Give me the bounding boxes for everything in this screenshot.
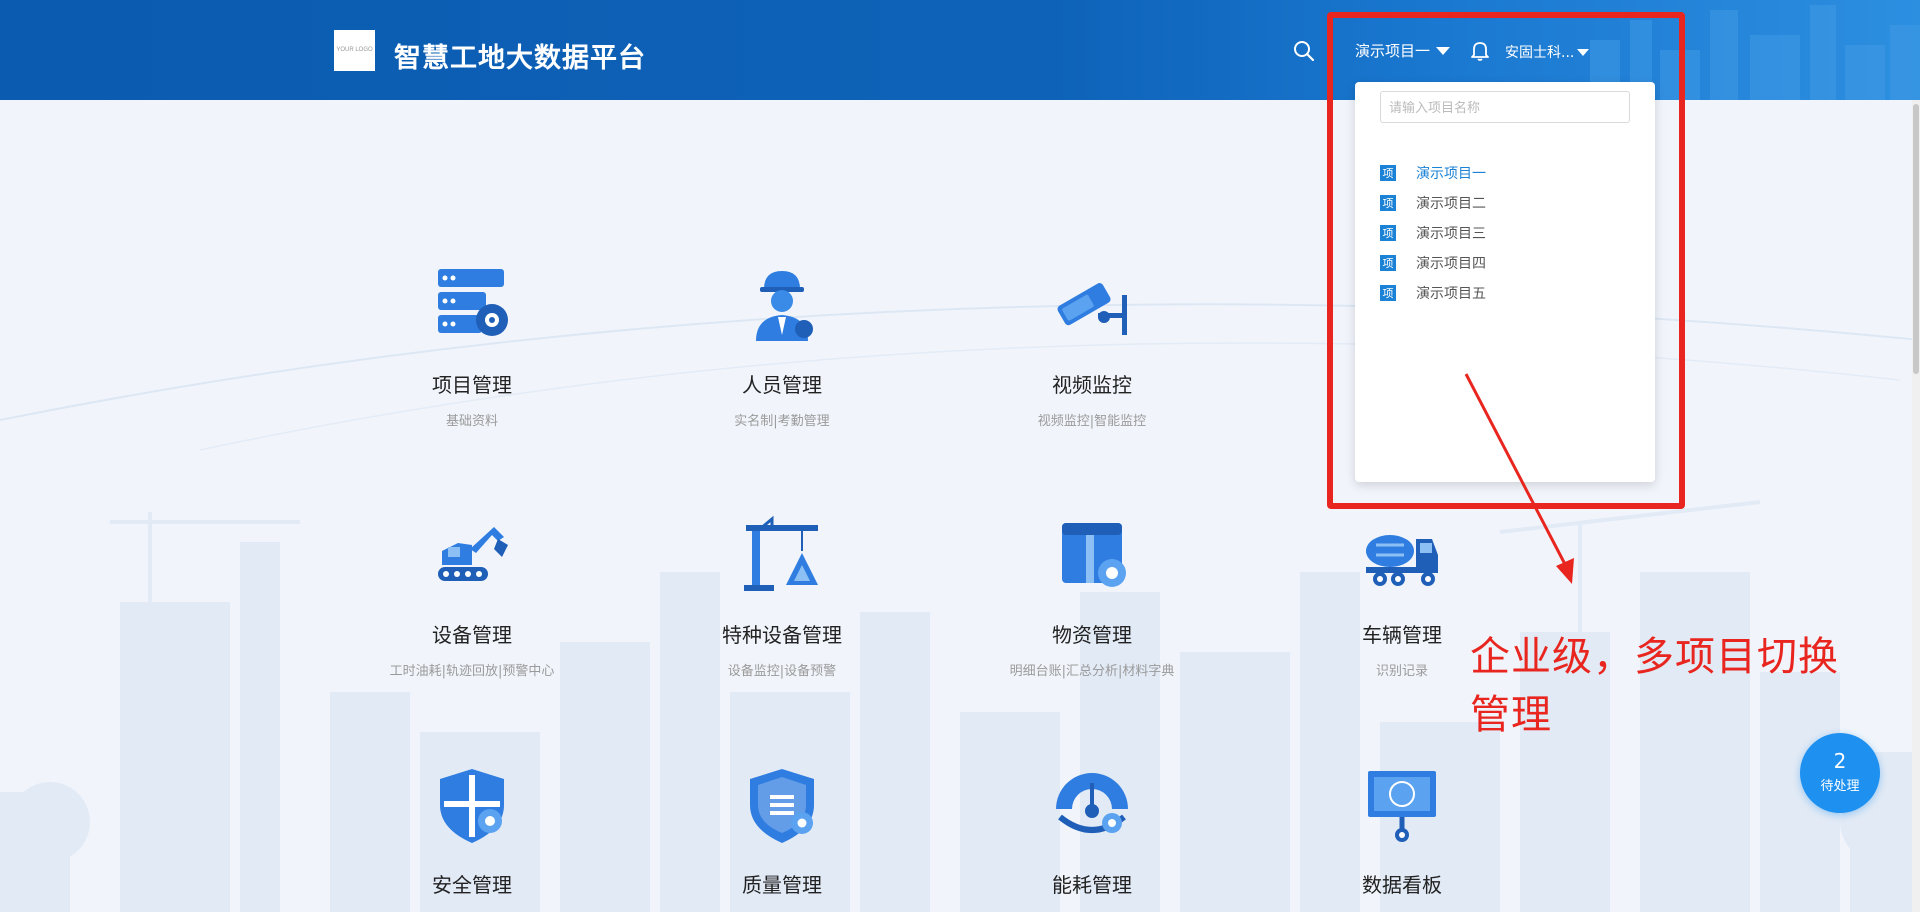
cctv-camera-icon (1057, 283, 1127, 335)
project-search-input[interactable] (1380, 91, 1630, 123)
scrollbar-thumb[interactable] (1913, 104, 1919, 374)
project-option[interactable]: 项 演示项目四 (1380, 248, 1486, 278)
bell-icon[interactable] (1470, 40, 1490, 62)
module-name: 物资管理 (1052, 623, 1132, 647)
module-data-dashboard[interactable]: 数据看板 (1282, 765, 1522, 910)
module-subtitle: 明细台账|汇总分析|材料字典 (1009, 664, 1175, 679)
project-option[interactable]: 项 演示项目三 (1380, 218, 1486, 248)
module-quality-management[interactable]: 质量管理 (662, 765, 902, 910)
user-name: 安固士科... (1505, 45, 1575, 61)
project-badge-icon: 项 (1380, 165, 1396, 181)
worker-icon (756, 271, 813, 341)
project-option-label: 演示项目二 (1416, 196, 1486, 212)
search-icon[interactable] (1293, 40, 1315, 62)
module-subtitle: 设备监控|设备预警 (727, 664, 837, 679)
module-name: 设备管理 (432, 623, 512, 647)
module-subtitle: 实名制|考勤管理 (734, 414, 830, 429)
user-menu-dropdown[interactable]: 安固士科... (1505, 42, 1590, 62)
module-name: 安全管理 (432, 873, 512, 897)
pending-count: 2 (1833, 749, 1847, 773)
project-badge-icon: 项 (1380, 225, 1396, 241)
excavator-icon (438, 527, 508, 581)
box-gear-icon (1062, 523, 1126, 587)
module-safety-management[interactable]: 安全管理 (352, 765, 592, 910)
gauge-icon (1056, 773, 1128, 833)
project-badge-icon: 项 (1380, 285, 1396, 301)
module-name: 数据看板 (1362, 873, 1442, 897)
module-subtitle: 基础资料 (445, 414, 498, 429)
module-video-monitoring[interactable]: 视频监控 视频监控|智能监控 (972, 265, 1212, 429)
pending-tasks-button[interactable]: 2 待处理 (1800, 733, 1880, 813)
caret-down-icon (1577, 48, 1590, 56)
module-personnel-management[interactable]: 人员管理 实名制|考勤管理 (662, 265, 902, 429)
project-list: 项 演示项目一 项 演示项目二 项 演示项目三 项 演示项目四 项 演示项目五 (1380, 158, 1486, 308)
module-name: 视频监控 (1052, 373, 1132, 397)
dashboard-board-icon (1368, 771, 1436, 842)
project-option-label: 演示项目三 (1416, 226, 1486, 242)
module-subtitle: 工时油耗|轨迹回放|预警中心 (389, 664, 555, 679)
project-option-label: 演示项目一 (1416, 166, 1486, 182)
project-option-label: 演示项目四 (1416, 256, 1486, 272)
project-option[interactable]: 项 演示项目五 (1380, 278, 1486, 308)
selected-project-label: 演示项目一 (1355, 42, 1431, 60)
server-gear-icon (438, 269, 508, 336)
annotation-text: 企业级，多项目切换管理 (1470, 634, 1839, 738)
module-energy-management[interactable]: 能耗管理 (972, 765, 1212, 910)
module-name: 人员管理 (742, 373, 822, 397)
page-scrollbar[interactable] (1912, 100, 1920, 912)
module-equipment-management[interactable]: 设备管理 工时油耗|轨迹回放|预警中心 (352, 515, 592, 679)
module-materials-management[interactable]: 物资管理 明细台账|汇总分析|材料字典 (972, 515, 1212, 679)
mixer-truck-icon (1366, 535, 1438, 586)
tower-crane-icon (744, 515, 818, 591)
project-select-dropdown[interactable]: 演示项目一 (1355, 40, 1451, 61)
module-name: 质量管理 (742, 873, 822, 897)
logo[interactable]: YOUR LOGO (334, 30, 375, 71)
project-option[interactable]: 项 演示项目二 (1380, 188, 1486, 218)
project-dropdown-panel: 项 演示项目一 项 演示项目二 项 演示项目三 项 演示项目四 项 演示项目五 (1355, 82, 1655, 482)
app-title: 智慧工地大数据平台 (394, 43, 646, 74)
project-option-label: 演示项目五 (1416, 286, 1486, 302)
module-name: 能耗管理 (1052, 873, 1132, 897)
module-name: 项目管理 (432, 373, 512, 397)
pending-label: 待处理 (1820, 779, 1860, 794)
module-subtitle: 视频监控|智能监控 (1037, 414, 1147, 429)
caret-down-icon (1436, 46, 1451, 55)
shield-gear-icon (440, 769, 504, 843)
project-option[interactable]: 项 演示项目一 (1380, 158, 1486, 188)
project-badge-icon: 项 (1380, 255, 1396, 271)
quality-shield-icon (750, 769, 814, 843)
module-special-equipment-management[interactable]: 特种设备管理 设备监控|设备预警 (662, 515, 902, 679)
module-name: 特种设备管理 (722, 623, 842, 647)
project-badge-icon: 项 (1380, 195, 1396, 211)
module-project-management[interactable]: 项目管理 基础资料 (352, 265, 592, 429)
